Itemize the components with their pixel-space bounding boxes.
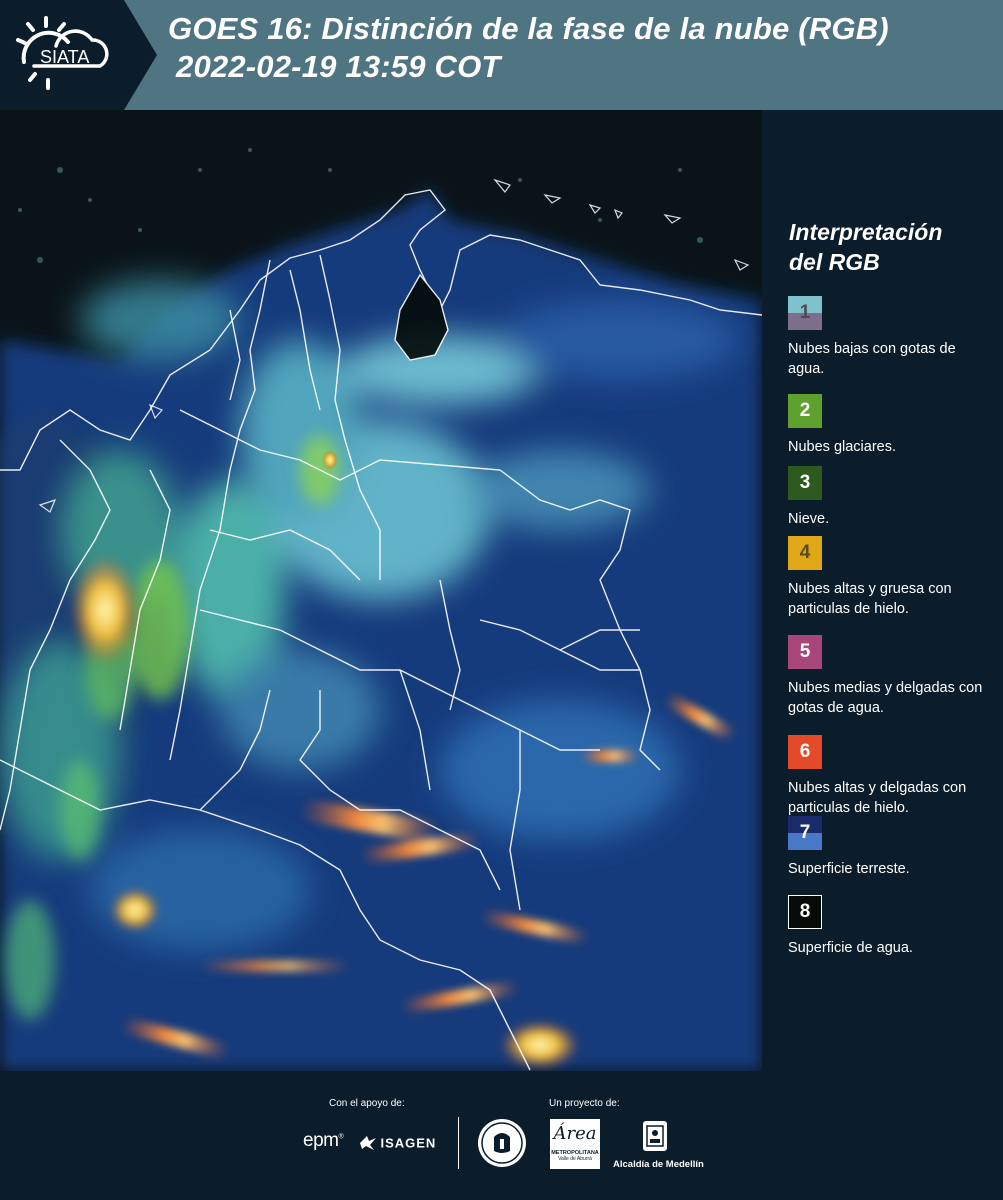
legend-label: Nubes altas y delgadas con particulas de…: [788, 780, 967, 816]
seal-icon: [478, 1119, 526, 1167]
legend-number: 3: [799, 472, 811, 493]
area-metropolitana-logo: Área METROPOLITANA Valle de Aburrá: [550, 1119, 600, 1169]
logo-background: SIATA: [0, 0, 157, 110]
siata-logo: SIATA: [0, 0, 158, 110]
metro-logo-text: Área: [553, 1123, 597, 1144]
alcaldia-shield-logo: [640, 1117, 670, 1162]
legend-item-5: 5 Nubes medias y delgadas con gotas de ag…: [788, 635, 988, 718]
legend-number: 4: [799, 542, 811, 563]
legend-item-3: 3 Nieve.: [788, 466, 988, 529]
legend-swatch-1: 1: [788, 296, 822, 330]
legend-label: Nubes glaciares.: [788, 439, 896, 455]
epm-text: epm: [303, 1130, 339, 1151]
page-title: GOES 16: Distinción de la fase de la nub…: [168, 10, 889, 86]
legend-item-6: 6 Nubes altas y delgadas con particulas d…: [788, 735, 988, 818]
footer-divider: [458, 1117, 459, 1169]
legend-number: 8: [799, 901, 811, 922]
legend-number: 1: [799, 302, 811, 323]
support-label: Con el apoyo de:: [329, 1098, 405, 1109]
footer: Con el apoyo de: Un proyecto de: epm® IS…: [0, 1071, 1003, 1200]
header-bar: SIATA GOES 16: Distinción de la fase de …: [0, 0, 1003, 110]
legend-label: Nubes bajas con gotas de agua.: [788, 341, 956, 377]
legend-swatch-8: 8: [788, 895, 822, 929]
metro-label-2: Valle de Aburrá: [558, 1156, 592, 1162]
legend-swatch-5: 5: [788, 635, 822, 669]
legend-item-2: 2 Nubes glaciares.: [788, 394, 988, 457]
legend-label: Superficie terreste.: [788, 861, 910, 877]
legend-swatch-2: 2: [788, 394, 822, 428]
legend-swatch-6: 6: [788, 735, 822, 769]
epm-logo: epm®: [303, 1130, 344, 1151]
legend-number: 5: [799, 641, 811, 662]
legend-swatch-3: 3: [788, 466, 822, 500]
legend-number: 6: [799, 741, 811, 762]
legend-item-1: 1 Nubes bajas con gotas de agua.: [788, 296, 988, 379]
satellite-map: [0, 110, 762, 1071]
legend-label: Nubes altas y gruesa con particulas de h…: [788, 581, 952, 617]
legend-item-7: 7 Superficie terreste.: [788, 816, 988, 879]
title-line-2: 2022-02-19 13:59 COT: [176, 49, 501, 84]
legend-number: 7: [799, 822, 811, 843]
legend-label: Nieve.: [788, 511, 830, 527]
rgb-satellite-image: [0, 110, 762, 1071]
logo-text: SIATA: [40, 47, 89, 67]
legend-swatch-4: 4: [788, 536, 822, 570]
isagen-icon: [360, 1135, 376, 1150]
alcaldia-label: Alcaldía de Medellín: [613, 1159, 704, 1170]
isagen-text: ISAGEN: [380, 1135, 437, 1151]
legend-panel: Interpretación del RGB 1 Nubes bajas con …: [762, 110, 1003, 1071]
legend-label: Nubes medias y delgadas con gotas de agu…: [788, 680, 983, 716]
isagen-logo: ISAGEN: [360, 1134, 436, 1152]
coat-of-arms-icon: [643, 1121, 667, 1151]
legend-label: Superficie de agua.: [788, 940, 913, 956]
university-seal-logo: [476, 1117, 528, 1174]
legend-title-line-2: del RGB: [789, 249, 880, 275]
legend-item-4: 4 Nubes altas y gruesa con particulas de …: [788, 536, 988, 619]
legend-number: 2: [799, 400, 811, 421]
legend-item-8: 8 Superficie de agua.: [788, 895, 988, 958]
legend-title-line-1: Interpretación: [789, 219, 943, 245]
legend-swatch-7: 7: [788, 816, 822, 850]
legend-title: Interpretación del RGB: [789, 217, 942, 277]
project-label: Un proyecto de:: [549, 1098, 620, 1109]
title-line-1: GOES 16: Distinción de la fase de la nub…: [168, 11, 889, 46]
